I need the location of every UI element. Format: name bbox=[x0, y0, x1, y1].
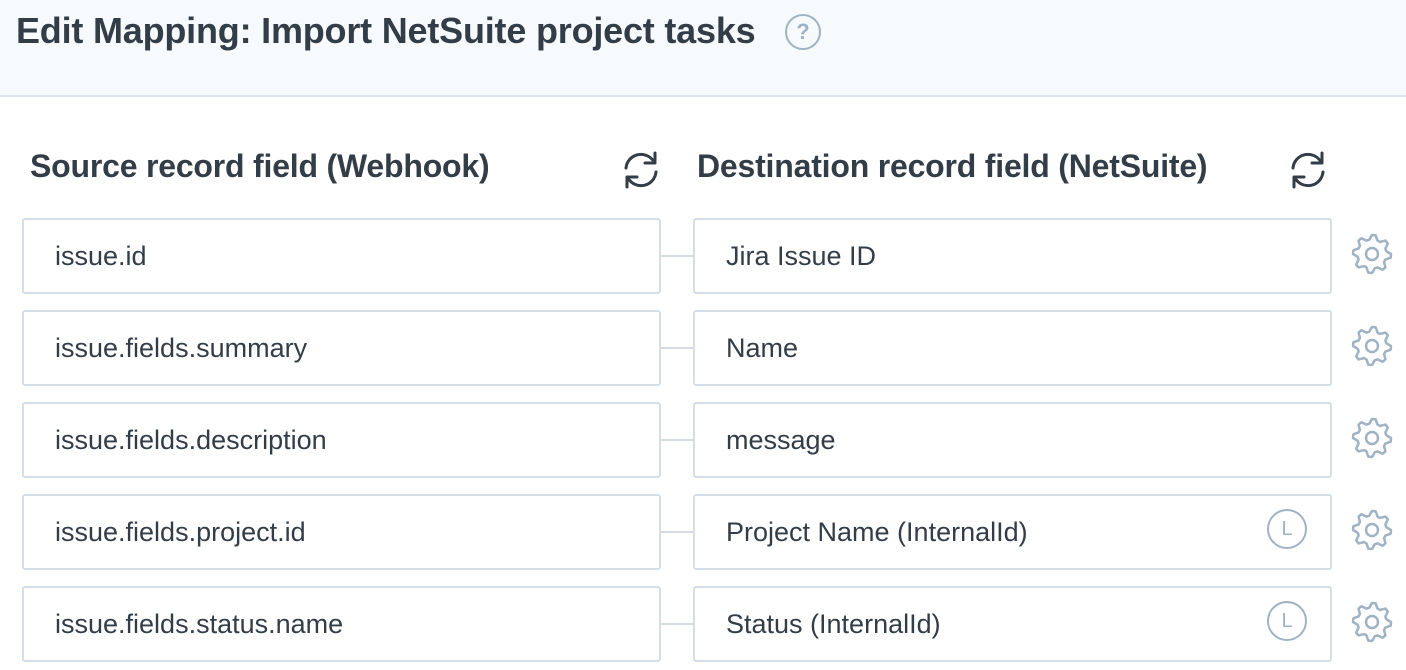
destination-field-input[interactable]: Project Name (InternalId) bbox=[693, 494, 1332, 570]
destination-field-input[interactable]: Name bbox=[693, 310, 1332, 386]
settings-gear-icon[interactable] bbox=[1350, 508, 1394, 552]
mapping-connector bbox=[661, 255, 693, 257]
mapping-row: issue.fields.project.id Project Name (In… bbox=[0, 494, 1406, 570]
mapping-row: issue.id Jira Issue ID bbox=[0, 218, 1406, 294]
mapping-connector bbox=[661, 347, 693, 349]
mapping-connector bbox=[661, 623, 693, 625]
settings-gear-icon[interactable] bbox=[1350, 416, 1394, 460]
lookup-icon[interactable]: L bbox=[1267, 601, 1307, 641]
mapping-row: issue.fields.summary Name bbox=[0, 310, 1406, 386]
page-title: Edit Mapping: Import NetSuite project ta… bbox=[16, 10, 756, 51]
help-icon[interactable]: ? bbox=[785, 14, 821, 50]
destination-field-input[interactable]: message bbox=[693, 402, 1332, 478]
settings-gear-icon[interactable] bbox=[1350, 324, 1394, 368]
mapping-connector bbox=[661, 439, 693, 441]
destination-column-heading: Destination record field (NetSuite) bbox=[697, 148, 1208, 184]
source-field-input[interactable]: issue.fields.summary bbox=[22, 310, 661, 386]
destination-field-input[interactable]: Status (InternalId) bbox=[693, 586, 1332, 662]
source-field-input[interactable]: issue.id bbox=[22, 218, 661, 294]
page-header: Edit Mapping: Import NetSuite project ta… bbox=[0, 0, 1406, 97]
refresh-source-icon[interactable] bbox=[619, 148, 663, 192]
source-field-input[interactable]: issue.fields.status.name bbox=[22, 586, 661, 662]
source-field-input[interactable]: issue.fields.project.id bbox=[22, 494, 661, 570]
mapping-row: issue.fields.status.name Status (Interna… bbox=[0, 586, 1406, 662]
destination-field-input[interactable]: Jira Issue ID bbox=[693, 218, 1332, 294]
mapping-connector bbox=[661, 531, 693, 533]
settings-gear-icon[interactable] bbox=[1350, 600, 1394, 644]
source-field-input[interactable]: issue.fields.description bbox=[22, 402, 661, 478]
mapping-row: issue.fields.description message bbox=[0, 402, 1406, 478]
refresh-destination-icon[interactable] bbox=[1286, 148, 1330, 192]
source-column-heading: Source record field (Webhook) bbox=[30, 148, 490, 184]
lookup-icon[interactable]: L bbox=[1267, 509, 1307, 549]
settings-gear-icon[interactable] bbox=[1350, 232, 1394, 276]
